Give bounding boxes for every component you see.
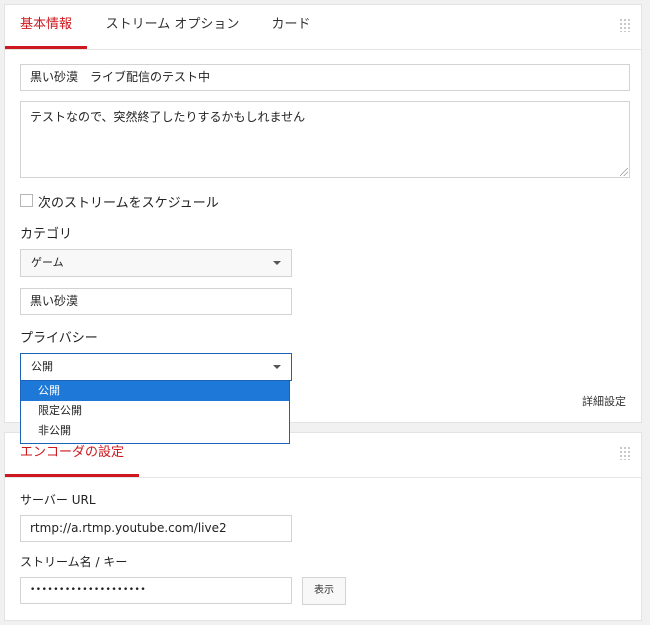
schedule-checkbox[interactable] — [20, 194, 33, 207]
privacy-dropdown-list: 公開 限定公開 非公開 — [20, 380, 290, 444]
privacy-option-unlisted[interactable]: 限定公開 — [21, 401, 289, 421]
encoder-settings-panel: エンコーダの設定 サーバー URL rtmp://a.rtmp.youtube.… — [4, 432, 642, 621]
basic-info-panel: 基本情報 ストリーム オプション カード 黒い砂漠 ライブ配信のテスト中 テスト… — [4, 4, 642, 423]
stream-key-input[interactable]: •••••••••••••••••••• — [20, 577, 292, 604]
chevron-down-icon — [273, 365, 281, 369]
show-key-button[interactable]: 表示 — [302, 577, 346, 605]
chevron-down-icon — [273, 261, 281, 265]
drag-handle-icon[interactable] — [619, 18, 631, 32]
schedule-label: 次のストリームをスケジュール — [38, 196, 219, 211]
game-title-input[interactable]: 黒い砂漠 — [20, 288, 292, 315]
stream-key-label: ストリーム名 / キー — [20, 555, 128, 569]
tab-bar: 基本情報 ストリーム オプション カード — [5, 5, 641, 50]
drag-handle-icon[interactable] — [619, 446, 631, 460]
privacy-selected-value: 公開 — [31, 360, 53, 373]
advanced-settings-link[interactable]: 詳細設定 — [582, 393, 626, 409]
privacy-label: プライバシー — [20, 331, 98, 346]
tab-basic-info[interactable]: 基本情報 — [5, 5, 87, 49]
resize-grip-icon[interactable] — [620, 168, 628, 176]
category-select[interactable]: ゲーム — [20, 249, 292, 277]
privacy-option-private[interactable]: 非公開 — [21, 421, 289, 441]
server-url-label: サーバー URL — [20, 493, 96, 507]
category-selected-value: ゲーム — [31, 256, 64, 269]
server-url-input[interactable]: rtmp://a.rtmp.youtube.com/live2 — [20, 515, 292, 542]
privacy-option-public[interactable]: 公開 — [21, 381, 289, 401]
category-label: カテゴリ — [20, 227, 73, 242]
title-input[interactable]: 黒い砂漠 ライブ配信のテスト中 — [20, 64, 630, 91]
description-textarea[interactable]: テストなので、突然終了したりするかもしれません — [20, 101, 630, 178]
privacy-select[interactable]: 公開 — [20, 353, 292, 381]
tab-card[interactable]: カード — [263, 5, 319, 49]
tab-stream-options[interactable]: ストリーム オプション — [105, 5, 240, 49]
description-text: テストなので、突然終了したりするかもしれません — [30, 110, 306, 124]
